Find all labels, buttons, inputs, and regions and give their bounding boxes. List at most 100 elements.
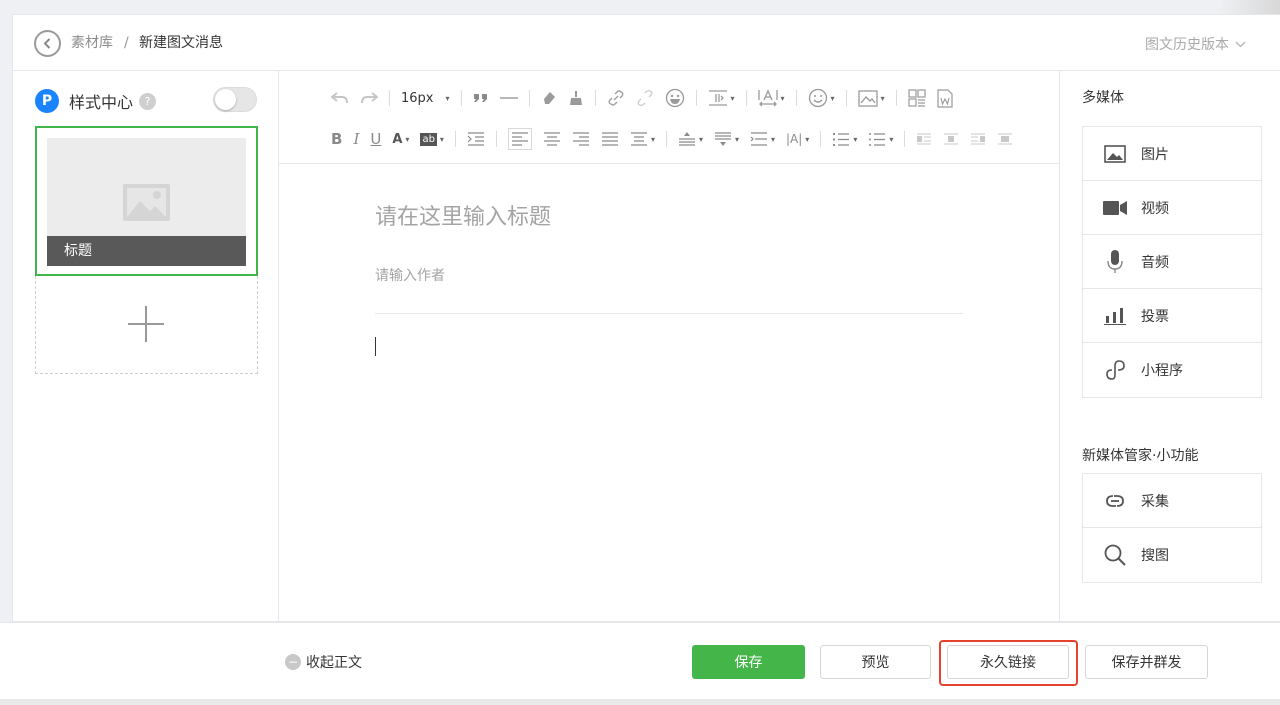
text-indent-button[interactable]: ▾ — [757, 87, 785, 109]
back-button[interactable] — [34, 30, 61, 57]
float-none-icon — [944, 133, 959, 145]
float-none-button[interactable] — [943, 128, 959, 150]
mini-program-icon — [1103, 358, 1127, 382]
toolbar-separator — [695, 90, 697, 106]
window-edge-shadow — [1220, 0, 1280, 14]
image-placeholder-icon — [123, 184, 170, 221]
article-card-selected[interactable]: 标题 — [35, 126, 258, 276]
indent-button[interactable] — [467, 128, 485, 150]
space-before-button[interactable]: ▾ — [678, 128, 703, 150]
text-cursor — [375, 337, 376, 356]
space-before-icon — [678, 132, 695, 146]
float-center-button[interactable] — [997, 128, 1013, 150]
font-size-select[interactable]: 16px ▾ — [401, 87, 450, 109]
history-version-dropdown[interactable]: 图文历史版本 — [1145, 34, 1246, 54]
chevron-left-icon — [43, 38, 51, 49]
eraser-icon — [543, 92, 555, 104]
align-left-button[interactable] — [507, 128, 532, 150]
permalink-button[interactable]: 永久链接 — [947, 645, 1069, 679]
unlink-button[interactable] — [636, 87, 654, 109]
save-and-send-button[interactable]: 保存并群发 — [1085, 645, 1208, 679]
editor-window: 素材库 / 新建图文消息 图文历史版本 P 样式中心 ? 标题 16px ▾ ▾… — [12, 14, 1280, 622]
insert-mini-program-label: 小程序 — [1141, 363, 1183, 379]
collect-icon — [1103, 489, 1127, 513]
toolbar-separator — [745, 90, 747, 106]
align-center-button[interactable] — [543, 128, 561, 150]
collapse-body-label: 收起正文 — [306, 655, 362, 671]
caret-down-icon: ▾ — [853, 134, 858, 144]
background-color-button[interactable]: ab ▾ — [420, 128, 444, 150]
caret-down-icon: ▾ — [830, 93, 835, 103]
undo-icon — [331, 92, 348, 104]
link-button[interactable] — [607, 87, 625, 109]
float-right-button[interactable] — [970, 128, 986, 150]
collapse-body-button[interactable]: − 收起正文 — [285, 652, 362, 672]
preview-button[interactable]: 预览 — [820, 645, 931, 679]
article-body-editor[interactable] — [375, 333, 963, 613]
collapse-icon: − — [285, 654, 301, 670]
float-center-icon — [998, 133, 1013, 145]
template-button[interactable] — [907, 87, 926, 109]
line-spacing-button[interactable]: ▾ — [708, 87, 735, 109]
paragraph-spacing-button[interactable]: ▾ — [630, 128, 655, 150]
italic-button[interactable]: I — [353, 128, 359, 150]
undo-button[interactable] — [331, 87, 349, 109]
blockquote-button[interactable] — [473, 87, 489, 109]
toolbar-separator — [454, 131, 456, 147]
bold-button[interactable]: B — [331, 128, 342, 150]
float-left-button[interactable] — [916, 128, 932, 150]
clear-format-button[interactable] — [568, 87, 584, 109]
line-height-button[interactable]: ▾ — [750, 128, 775, 150]
insert-image[interactable]: 图片 — [1083, 127, 1261, 181]
insert-vote[interactable]: 投票 — [1083, 289, 1261, 343]
sticker-button[interactable]: ▾ — [808, 87, 835, 109]
align-left-icon — [511, 132, 528, 146]
format-painter-button[interactable] — [541, 87, 557, 109]
emoji-icon — [665, 88, 684, 108]
save-button[interactable]: 保存 — [692, 645, 805, 679]
top-bar: 素材库 / 新建图文消息 图文历史版本 — [13, 15, 1280, 71]
highlight-color-icon: ab — [420, 132, 437, 146]
import-word-button[interactable] — [936, 87, 953, 109]
toolbar-separator — [820, 131, 822, 147]
bottom-edge — [0, 699, 1280, 705]
horizontal-rule-button[interactable] — [499, 87, 518, 109]
collect-tool[interactable]: 采集 — [1083, 474, 1261, 528]
insert-image-button[interactable]: ▾ — [857, 87, 885, 109]
plus-icon — [128, 306, 164, 342]
search-icon — [1103, 543, 1127, 567]
image-icon — [857, 89, 878, 107]
insert-video-label: 视频 — [1141, 200, 1169, 217]
help-icon[interactable]: ? — [139, 92, 157, 110]
caret-down-icon: ▾ — [405, 134, 410, 144]
unordered-list-button[interactable]: ▾ — [868, 128, 893, 150]
font-color-icon: A — [392, 131, 403, 147]
insert-audio[interactable]: 音频 — [1083, 235, 1261, 289]
toolbar-separator — [845, 90, 847, 106]
style-center-label: 样式中心 — [69, 93, 134, 112]
emoji-button[interactable] — [665, 87, 685, 109]
image-icon — [1103, 142, 1127, 166]
text-spacing-icon — [757, 89, 778, 107]
align-right-icon — [572, 132, 589, 146]
letter-spacing-button[interactable]: |A| ▾ — [786, 128, 809, 150]
justify-button[interactable] — [601, 128, 619, 150]
search-image-tool[interactable]: 搜图 — [1083, 528, 1261, 582]
microphone-icon — [1103, 249, 1127, 274]
title-input[interactable]: 请在这里输入标题 — [375, 199, 963, 239]
align-right-button[interactable] — [572, 128, 590, 150]
add-article-button[interactable] — [35, 276, 258, 374]
space-after-button[interactable]: ▾ — [714, 128, 739, 150]
author-input[interactable]: 请输入作者 — [375, 265, 963, 285]
font-color-button[interactable]: A ▾ — [392, 128, 409, 150]
redo-button[interactable] — [360, 87, 378, 109]
underline-button[interactable]: U — [370, 128, 381, 150]
ordered-list-button[interactable]: ▾ — [832, 128, 857, 150]
link-icon — [608, 90, 624, 106]
insert-video[interactable]: 视频 — [1083, 181, 1261, 235]
breadcrumb-library[interactable]: 素材库 — [71, 33, 113, 53]
caret-down-icon: ▾ — [780, 93, 785, 103]
insert-mini-program[interactable]: 小程序 — [1083, 343, 1261, 397]
style-center-toggle[interactable] — [213, 87, 257, 112]
tools-heading: 新媒体管家·小功能 — [1082, 448, 1199, 464]
